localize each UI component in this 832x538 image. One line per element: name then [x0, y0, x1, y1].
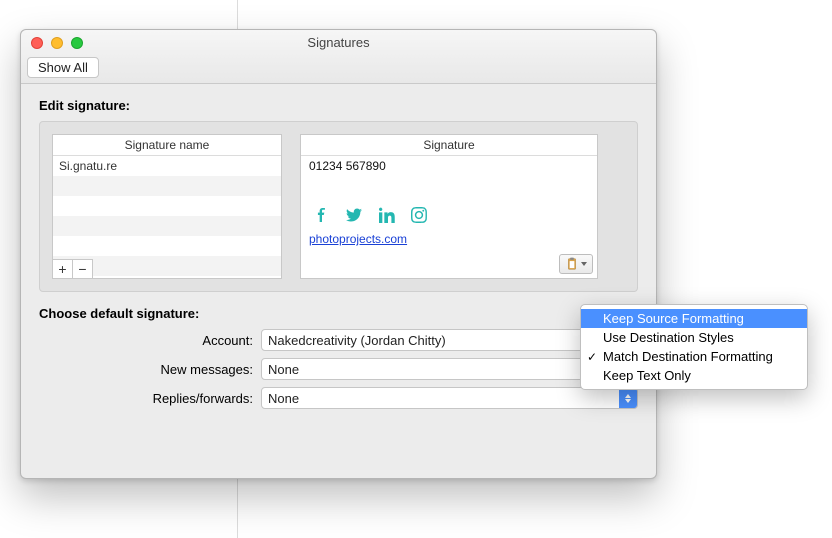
signature-name-header: Signature name [53, 135, 281, 156]
remove-button[interactable]: − [73, 260, 93, 278]
signature-phone: 01234 567890 [309, 159, 589, 173]
replies-value: None [268, 391, 299, 406]
signature-header: Signature [301, 135, 597, 156]
signatures-window: Signatures Show All Edit signature: Sign… [20, 29, 657, 479]
list-item [53, 216, 281, 236]
menu-item-use-destination[interactable]: Use Destination Styles [581, 328, 807, 347]
replies-select[interactable]: None [261, 387, 638, 409]
minimize-icon[interactable] [51, 37, 63, 49]
menu-item-keep-source[interactable]: Keep Source Formatting [581, 309, 807, 328]
add-remove-toolbar: + − [53, 259, 93, 278]
traffic-lights [31, 37, 83, 49]
new-messages-value: None [268, 362, 299, 377]
maximize-icon[interactable] [71, 37, 83, 49]
list-item [53, 236, 281, 256]
facebook-icon[interactable] [315, 207, 329, 226]
add-button[interactable]: + [53, 260, 73, 278]
edit-signature-label: Edit signature: [39, 98, 638, 113]
signature-body[interactable]: 01234 567890 [301, 156, 597, 278]
clipboard-icon [565, 257, 579, 271]
social-icons [309, 207, 589, 226]
signature-link[interactable]: photoprojects.com [309, 232, 589, 246]
instagram-icon[interactable] [411, 207, 427, 226]
paste-options-menu: Keep Source Formatting Use Destination S… [580, 304, 808, 390]
menu-item-keep-text-only[interactable]: Keep Text Only [581, 366, 807, 385]
paste-options-button[interactable] [559, 254, 593, 274]
edit-signature-box: Signature name Si.gnatu.re + − Signature [39, 121, 638, 292]
signature-preview-panel: Signature 01234 567890 [300, 134, 598, 279]
account-row: Account: Nakedcreativity (Jordan Chitty) [39, 329, 638, 351]
signature-list-panel: Signature name Si.gnatu.re + − [52, 134, 282, 279]
updown-icon [619, 388, 637, 408]
titlebar: Signatures Show All [21, 30, 656, 84]
list-item [53, 196, 281, 216]
new-messages-label: New messages: [39, 362, 261, 377]
window-title: Signatures [21, 30, 656, 50]
close-icon[interactable] [31, 37, 43, 49]
new-messages-row: New messages: None [39, 358, 638, 380]
replies-row: Replies/forwards: None [39, 387, 638, 409]
linkedin-icon[interactable] [379, 207, 395, 226]
check-icon: ✓ [587, 350, 597, 364]
show-all-button[interactable]: Show All [27, 57, 99, 78]
account-value: Nakedcreativity (Jordan Chitty) [268, 333, 446, 348]
account-label: Account: [39, 333, 261, 348]
replies-label: Replies/forwards: [39, 391, 261, 406]
twitter-icon[interactable] [345, 207, 363, 226]
list-item[interactable]: Si.gnatu.re [53, 156, 281, 176]
list-item [53, 176, 281, 196]
content-area: Edit signature: Signature name Si.gnatu.… [21, 84, 656, 434]
chevron-down-icon [581, 262, 587, 266]
choose-default-label: Choose default signature: [39, 306, 638, 321]
menu-item-match-destination[interactable]: ✓ Match Destination Formatting [581, 347, 807, 366]
